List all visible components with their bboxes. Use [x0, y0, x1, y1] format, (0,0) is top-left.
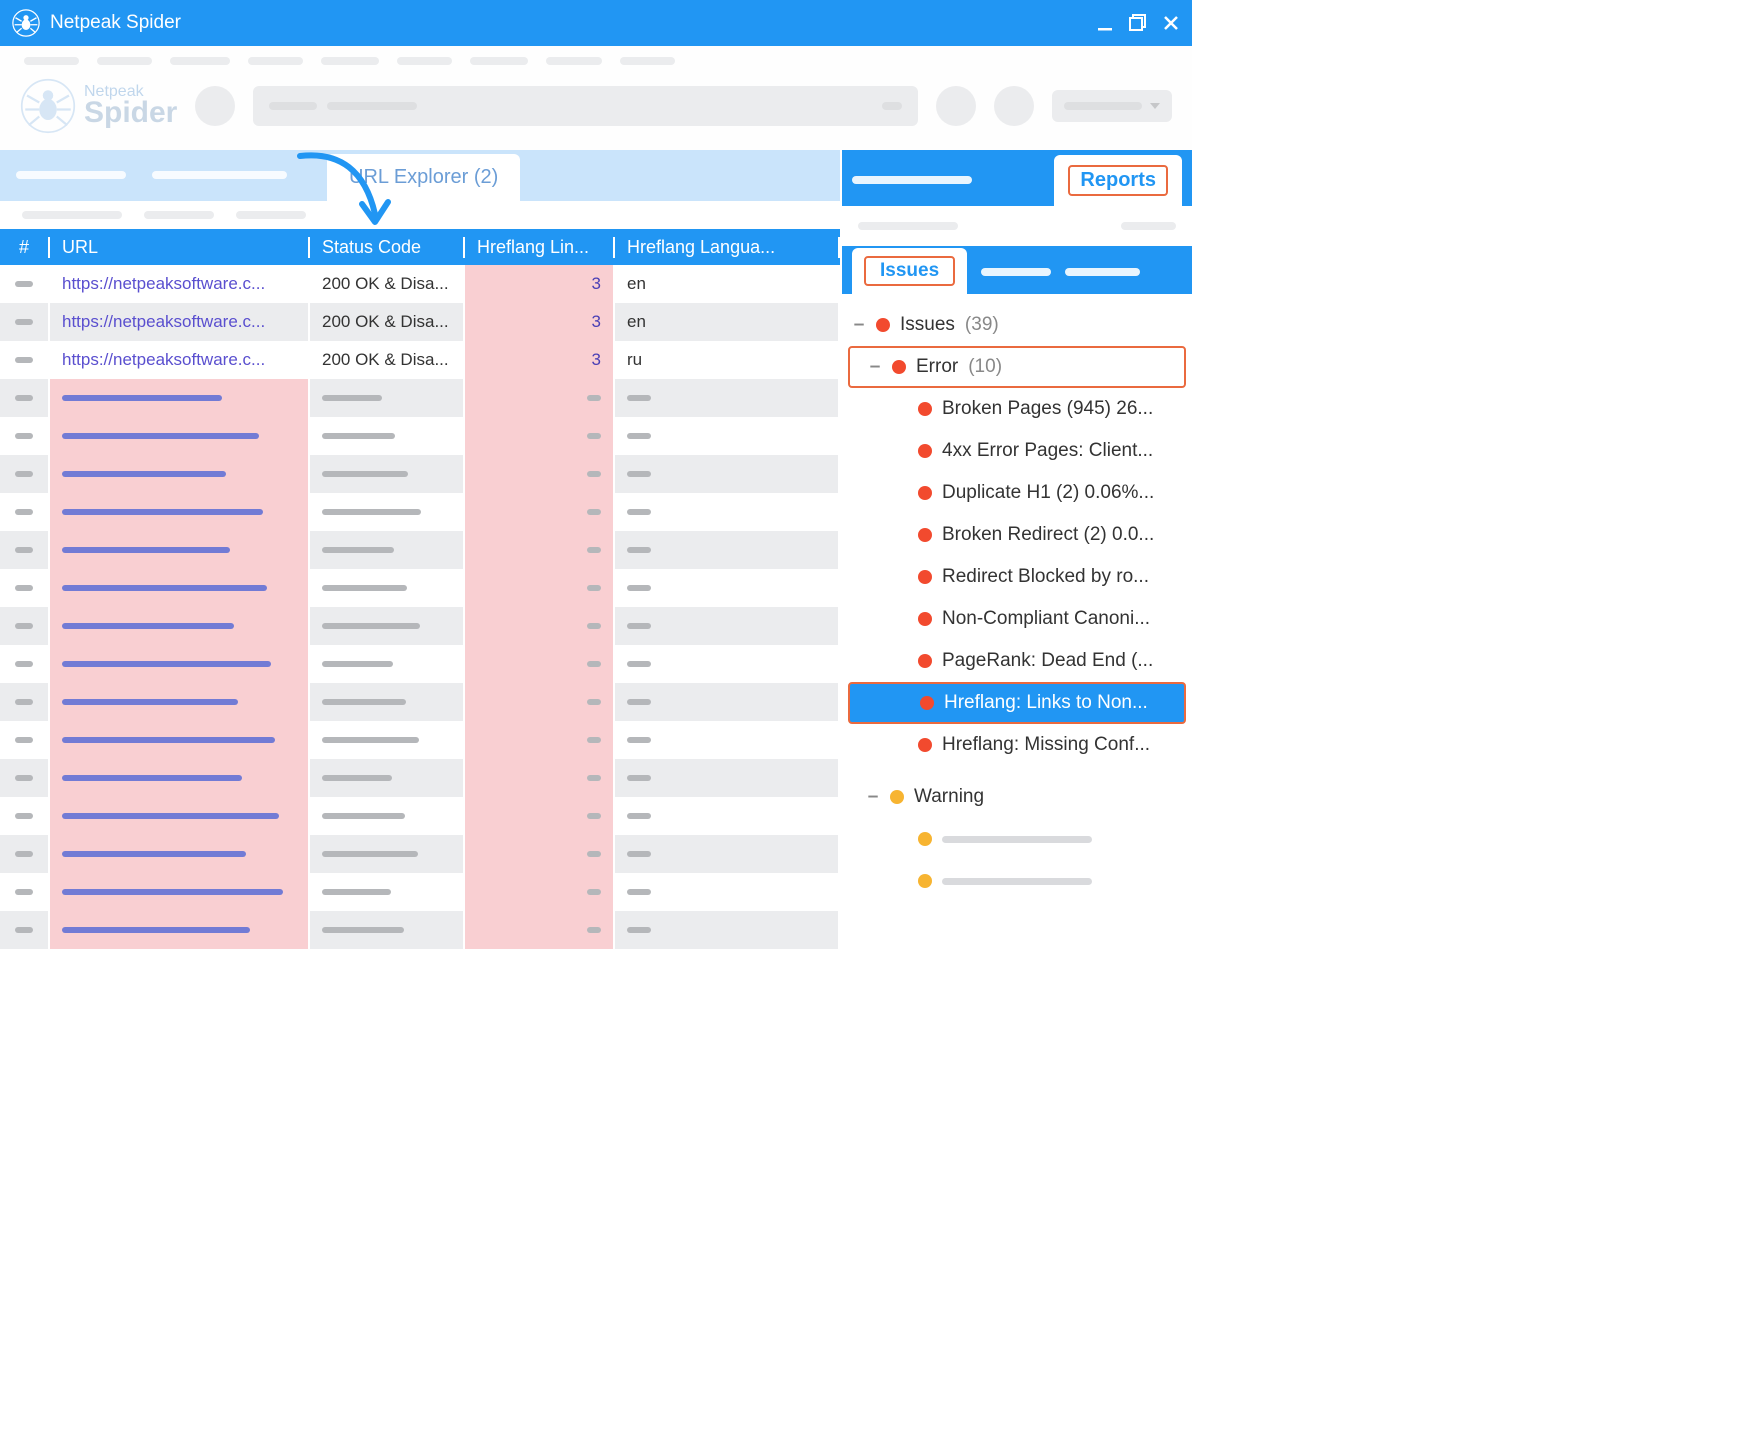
toolbar-button[interactable]	[994, 86, 1034, 126]
warning-dot-icon	[890, 790, 904, 804]
tree-item-error[interactable]: Broken Pages (945) 26...	[848, 388, 1186, 430]
error-dot-icon	[918, 654, 932, 668]
table-row[interactable]	[0, 835, 840, 873]
collapse-icon[interactable]: –	[868, 356, 882, 378]
cell-hreflang-links: 3	[465, 303, 615, 341]
table-row[interactable]	[0, 911, 840, 949]
main-tabs: URL Explorer (2)	[0, 150, 840, 201]
table-row[interactable]	[0, 721, 840, 759]
collapse-icon[interactable]: –	[866, 786, 880, 808]
sub-toolbar	[0, 201, 840, 229]
error-dot-icon	[876, 318, 890, 332]
tree-item-error[interactable]: Broken Redirect (2) 0.0...	[848, 514, 1186, 556]
table-row[interactable]	[0, 493, 840, 531]
error-dot-icon	[918, 570, 932, 584]
tree-item-error[interactable]: PageRank: Dead End (...	[848, 640, 1186, 682]
error-dot-icon	[918, 738, 932, 752]
table-row[interactable]	[0, 873, 840, 911]
titlebar: Netpeak Spider	[0, 0, 1192, 46]
error-dot-icon	[918, 444, 932, 458]
tree-root-issues[interactable]: – Issues (39)	[848, 304, 1186, 346]
app-title: Netpeak Spider	[50, 12, 1096, 34]
table-row[interactable]	[0, 645, 840, 683]
col-hreflang-links[interactable]: Hreflang Lin...	[465, 237, 615, 258]
cell-status: 200 OK & Disa...	[310, 303, 465, 341]
col-hreflang-lang[interactable]: Hreflang Langua...	[615, 237, 840, 258]
main-panel: URL Explorer (2) # URL Status Code Hrefl…	[0, 150, 840, 949]
brand-text-2: Spider	[84, 98, 177, 128]
brand-logo: Netpeak Spider	[20, 78, 177, 134]
cell-hreflang-lang: ru	[615, 341, 840, 379]
col-index[interactable]: #	[0, 237, 50, 258]
table-row[interactable]	[0, 569, 840, 607]
issues-tree: – Issues (39) – Error (10) Broken Pages …	[842, 294, 1192, 949]
toolbar-dropdown[interactable]	[1052, 90, 1172, 122]
table-row[interactable]	[0, 455, 840, 493]
warning-dot-icon	[918, 832, 932, 846]
url-input[interactable]	[253, 86, 918, 126]
url-link[interactable]: https://netpeaksoftware.c...	[62, 312, 265, 332]
minimize-button[interactable]	[1096, 14, 1114, 32]
table-row[interactable]	[0, 683, 840, 721]
table-row[interactable]: https://netpeaksoftware.c... 200 OK & Dis…	[0, 303, 840, 341]
table-header: # URL Status Code Hreflang Lin... Hrefla…	[0, 229, 840, 265]
toolbar-area: Netpeak Spider	[0, 46, 1192, 150]
tree-item-error[interactable]: Non-Compliant Canoni...	[848, 598, 1186, 640]
tree-group-warning[interactable]: – Warning	[848, 776, 1186, 818]
tab-issues[interactable]: Issues	[852, 248, 967, 294]
col-url[interactable]: URL	[50, 237, 310, 258]
tab-url-explorer[interactable]: URL Explorer (2)	[327, 154, 520, 201]
cell-hreflang-lang: en	[615, 303, 840, 341]
col-status[interactable]: Status Code	[310, 237, 465, 258]
tree-item-error[interactable]: Duplicate H1 (2) 0.06%...	[848, 472, 1186, 514]
table-row[interactable]	[0, 759, 840, 797]
close-button[interactable]	[1162, 14, 1180, 32]
spider-icon	[12, 9, 40, 37]
collapse-icon[interactable]: –	[852, 314, 866, 336]
warning-dot-icon	[918, 874, 932, 888]
side-panel: Reports Issues – Issues (39) – Error	[840, 150, 1192, 949]
cell-hreflang-lang: en	[615, 265, 840, 303]
menubar	[0, 46, 1192, 68]
tree-item-warning[interactable]	[848, 860, 1186, 902]
error-dot-icon	[918, 486, 932, 500]
cell-hreflang-links: 3	[465, 341, 615, 379]
tree-item-error[interactable]: Redirect Blocked by ro...	[848, 556, 1186, 598]
table-row[interactable]	[0, 417, 840, 455]
error-dot-icon	[918, 528, 932, 542]
tab-reports[interactable]: Reports	[1054, 155, 1182, 206]
side-tabs-top: Reports	[842, 150, 1192, 206]
cell-status: 200 OK & Disa...	[310, 341, 465, 379]
tree-item-error[interactable]: Hreflang: Links to Non...	[848, 682, 1186, 724]
cell-hreflang-links: 3	[465, 265, 615, 303]
tree-item-error[interactable]: Hreflang: Missing Conf...	[848, 724, 1186, 766]
tree-item-error[interactable]: 4xx Error Pages: Client...	[848, 430, 1186, 472]
table-row[interactable]: https://netpeaksoftware.c... 200 OK & Dis…	[0, 265, 840, 303]
table-row[interactable]	[0, 531, 840, 569]
tree-item-warning[interactable]	[848, 818, 1186, 860]
toolbar-button[interactable]	[936, 86, 976, 126]
table-row[interactable]	[0, 797, 840, 835]
table-row[interactable]: https://netpeaksoftware.c... 200 OK & Dis…	[0, 341, 840, 379]
side-sub-row	[842, 206, 1192, 246]
side-tabs-issues: Issues	[842, 246, 1192, 294]
cell-status: 200 OK & Disa...	[310, 265, 465, 303]
error-dot-icon	[920, 696, 934, 710]
url-link[interactable]: https://netpeaksoftware.c...	[62, 350, 265, 370]
toolbar-button[interactable]	[195, 86, 235, 126]
error-dot-icon	[892, 360, 906, 374]
table-row[interactable]	[0, 379, 840, 417]
error-dot-icon	[918, 612, 932, 626]
error-dot-icon	[918, 402, 932, 416]
maximize-button[interactable]	[1128, 13, 1148, 33]
url-link[interactable]: https://netpeaksoftware.c...	[62, 274, 265, 294]
tree-group-error[interactable]: – Error (10)	[848, 346, 1186, 388]
results-table: # URL Status Code Hreflang Lin... Hrefla…	[0, 229, 840, 949]
table-row[interactable]	[0, 607, 840, 645]
